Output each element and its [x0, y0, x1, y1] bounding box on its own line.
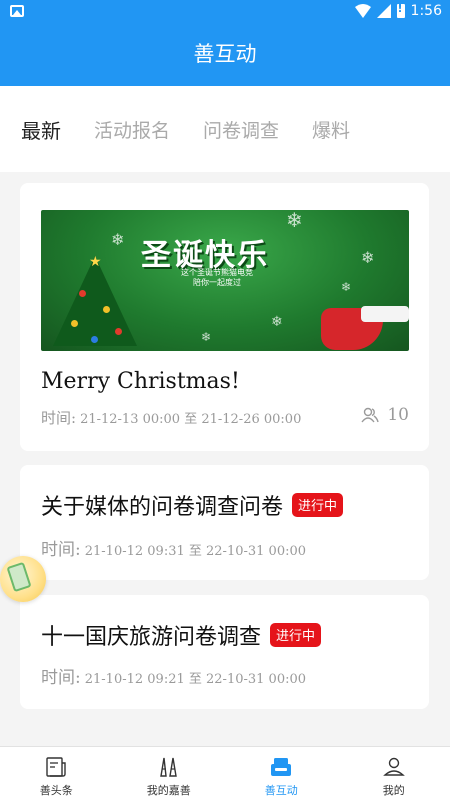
status-badge: 进行中	[292, 493, 344, 517]
snowflake-icon: ❄	[271, 314, 283, 330]
wifi-icon	[354, 4, 371, 18]
category-tabs: 最新 活动报名 问卷调查 爆料	[0, 86, 450, 172]
snowflake-icon: ❄	[111, 230, 125, 249]
nav-item-mine[interactable]: 我的	[338, 747, 450, 800]
status-time: 1:56	[410, 3, 442, 19]
signal-icon	[376, 4, 391, 18]
status-badge: 进行中	[270, 623, 322, 647]
star-icon: ★	[89, 254, 102, 270]
snowflake-icon: ❄	[341, 280, 352, 294]
status-bar: 1:56	[0, 0, 450, 24]
activity-card[interactable]: ❄ ❄ ❄ ❄ ❄ ❄ ★ 圣诞快乐 这个圣诞节熊猫电竞 陪你一起度过 Merr…	[20, 183, 429, 451]
landmark-icon	[159, 757, 177, 777]
snowflake-icon: ❄	[201, 330, 212, 344]
user-icon	[382, 757, 405, 776]
participant-count: 10	[361, 405, 409, 425]
nav-item-my-jiashan[interactable]: 我的嘉善	[113, 747, 226, 800]
interaction-icon	[271, 758, 292, 776]
phone-icon	[6, 561, 32, 593]
tab-latest[interactable]: 最新	[21, 115, 61, 144]
snowflake-icon: ❄	[286, 210, 303, 232]
tab-survey[interactable]: 问卷调查	[203, 116, 279, 143]
page-title: 善互动	[193, 42, 257, 66]
nav-item-interaction[interactable]: 善互动	[225, 747, 338, 800]
floating-promo-button[interactable]	[0, 556, 46, 602]
app-header: 1:56 善互动	[0, 0, 450, 86]
bottom-navigation: 善头条 我的嘉善 善互动 我的	[0, 746, 450, 800]
time-range: 时间: 21-12-13 00:00 至 21-12-26 00:00	[41, 409, 302, 427]
battery-icon	[396, 2, 405, 18]
tab-tipoff[interactable]: 爆料	[312, 116, 350, 143]
snowflake-icon: ❄	[361, 248, 375, 267]
card-title: 关于媒体的问卷调查问卷 进行中	[41, 489, 344, 521]
tab-event-signup[interactable]: 活动报名	[94, 116, 170, 143]
gallery-icon	[10, 5, 24, 17]
survey-card[interactable]: 关于媒体的问卷调查问卷 进行中 时间: 21-10-12 09:31 至 22-1…	[20, 465, 429, 580]
survey-card[interactable]: 十一国庆旅游问卷调查 进行中 时间: 21-10-12 09:21 至 22-10…	[20, 595, 429, 709]
newspaper-icon	[46, 757, 66, 777]
christmas-banner-image: ❄ ❄ ❄ ❄ ❄ ❄ ★ 圣诞快乐 这个圣诞节熊猫电竞 陪你一起度过	[41, 210, 409, 351]
time-range: 时间: 21-10-12 09:21 至 22-10-31 00:00	[41, 668, 307, 688]
people-icon	[361, 407, 380, 423]
time-range: 时间: 21-10-12 09:31 至 22-10-31 00:00	[41, 540, 307, 560]
banner-subtitle: 这个圣诞节熊猫电竞 陪你一起度过	[181, 268, 253, 287]
nav-item-headlines[interactable]: 善头条	[0, 747, 113, 800]
card-title: Merry Christmas!	[41, 369, 240, 394]
card-title: 十一国庆旅游问卷调查 进行中	[41, 619, 322, 651]
